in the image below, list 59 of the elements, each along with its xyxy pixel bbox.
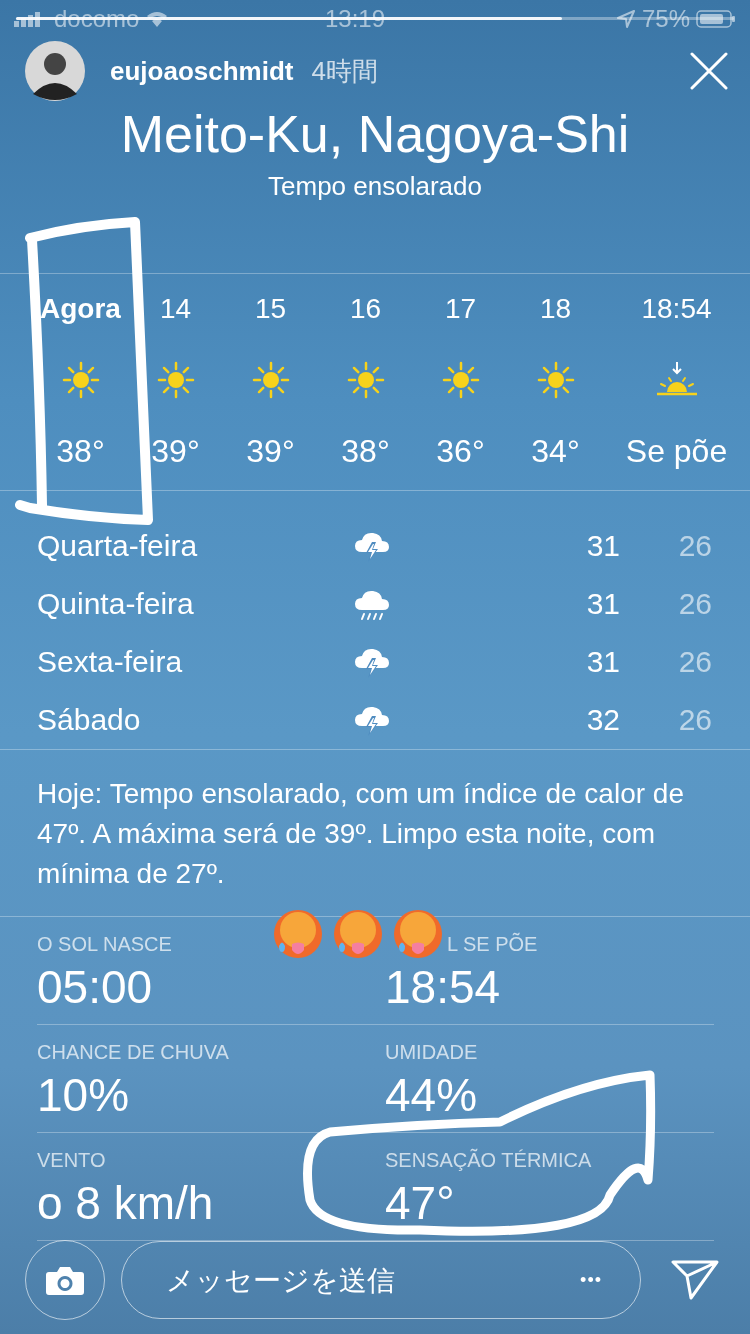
hour-label: Agora: [40, 292, 121, 326]
day-name: Quarta-feira: [37, 529, 199, 563]
detail-value: 44%: [385, 1068, 478, 1123]
hour-label: 18: [539, 292, 572, 326]
high-temp: 32: [585, 703, 620, 737]
day-name: Quinta-feira: [37, 587, 195, 621]
sun-icon: [440, 360, 481, 400]
close-icon: [690, 52, 728, 90]
condition-text: Tempo ensolarado: [267, 170, 483, 203]
low-temp: 26: [677, 587, 712, 621]
send-icon: [671, 1258, 719, 1302]
hour-temp: 39°: [246, 432, 295, 471]
sun-icon: [60, 360, 101, 400]
day-name: Sexta-feira: [37, 645, 184, 679]
hour-label: 18:54: [641, 292, 712, 326]
detail-value: 05:00: [37, 960, 153, 1015]
detail-value: 10%: [37, 1068, 130, 1123]
detail-label: O SOL NASCE: [37, 933, 172, 957]
detail-value: o 8 km/h: [37, 1176, 214, 1231]
more-button[interactable]: •••: [580, 1269, 602, 1291]
hour-temp: 36°: [436, 432, 485, 471]
detail-label: VENTO: [37, 1149, 106, 1173]
high-temp: 31: [585, 645, 620, 679]
hour-label: 16: [349, 292, 382, 326]
hour-temp: 34°: [531, 432, 580, 471]
detail-value: 47°: [385, 1176, 455, 1231]
hour-label: 15: [254, 292, 287, 326]
sun-icon: [250, 360, 291, 400]
day-name: Sábado: [37, 703, 142, 737]
detail-label: CHANCE DE CHUVA: [37, 1041, 229, 1065]
hour-temp: Se põe: [625, 432, 728, 471]
detail-label: UMIDADE: [385, 1041, 478, 1065]
story-age: 4時間: [311, 54, 379, 88]
avatar[interactable]: [24, 40, 86, 102]
username-link[interactable]: eujoaoschmidt: [110, 55, 294, 87]
low-temp: 26: [677, 645, 712, 679]
send-button[interactable]: [671, 1258, 719, 1302]
battery-icon: [696, 9, 736, 29]
sun-icon: [155, 360, 196, 400]
hour-label: 17: [444, 292, 477, 326]
hour-label: 14: [159, 292, 192, 326]
sun-icon: [345, 360, 386, 400]
detail-label: SENSAÇÃO TÉRMICA: [385, 1149, 592, 1173]
high-temp: 31: [585, 529, 620, 563]
detail-value: 18:54: [385, 960, 501, 1015]
hour-temp: 39°: [151, 432, 200, 471]
camera-icon: [45, 1264, 85, 1296]
low-temp: 26: [677, 529, 712, 563]
hour-temp: 38°: [341, 432, 390, 471]
detail-label: L SE PÕE: [447, 933, 538, 957]
hour-temp: 38°: [56, 432, 105, 471]
message-field[interactable]: メッセージを送信 •••: [121, 1241, 641, 1319]
close-button[interactable]: [690, 52, 728, 90]
low-temp: 26: [677, 703, 712, 737]
wifi-icon: [145, 10, 170, 28]
high-temp: 31: [585, 587, 620, 621]
sun-icon: [535, 360, 576, 400]
location-title: Meito-Ku, Nagoya-Shi: [119, 104, 631, 164]
forecast-summary: Hoje: Tempo ensolarado, com um índice de calor de 47º. A máxima será de 39º. Limpo esta noite, com mínima de 27º.: [37, 777, 685, 891]
